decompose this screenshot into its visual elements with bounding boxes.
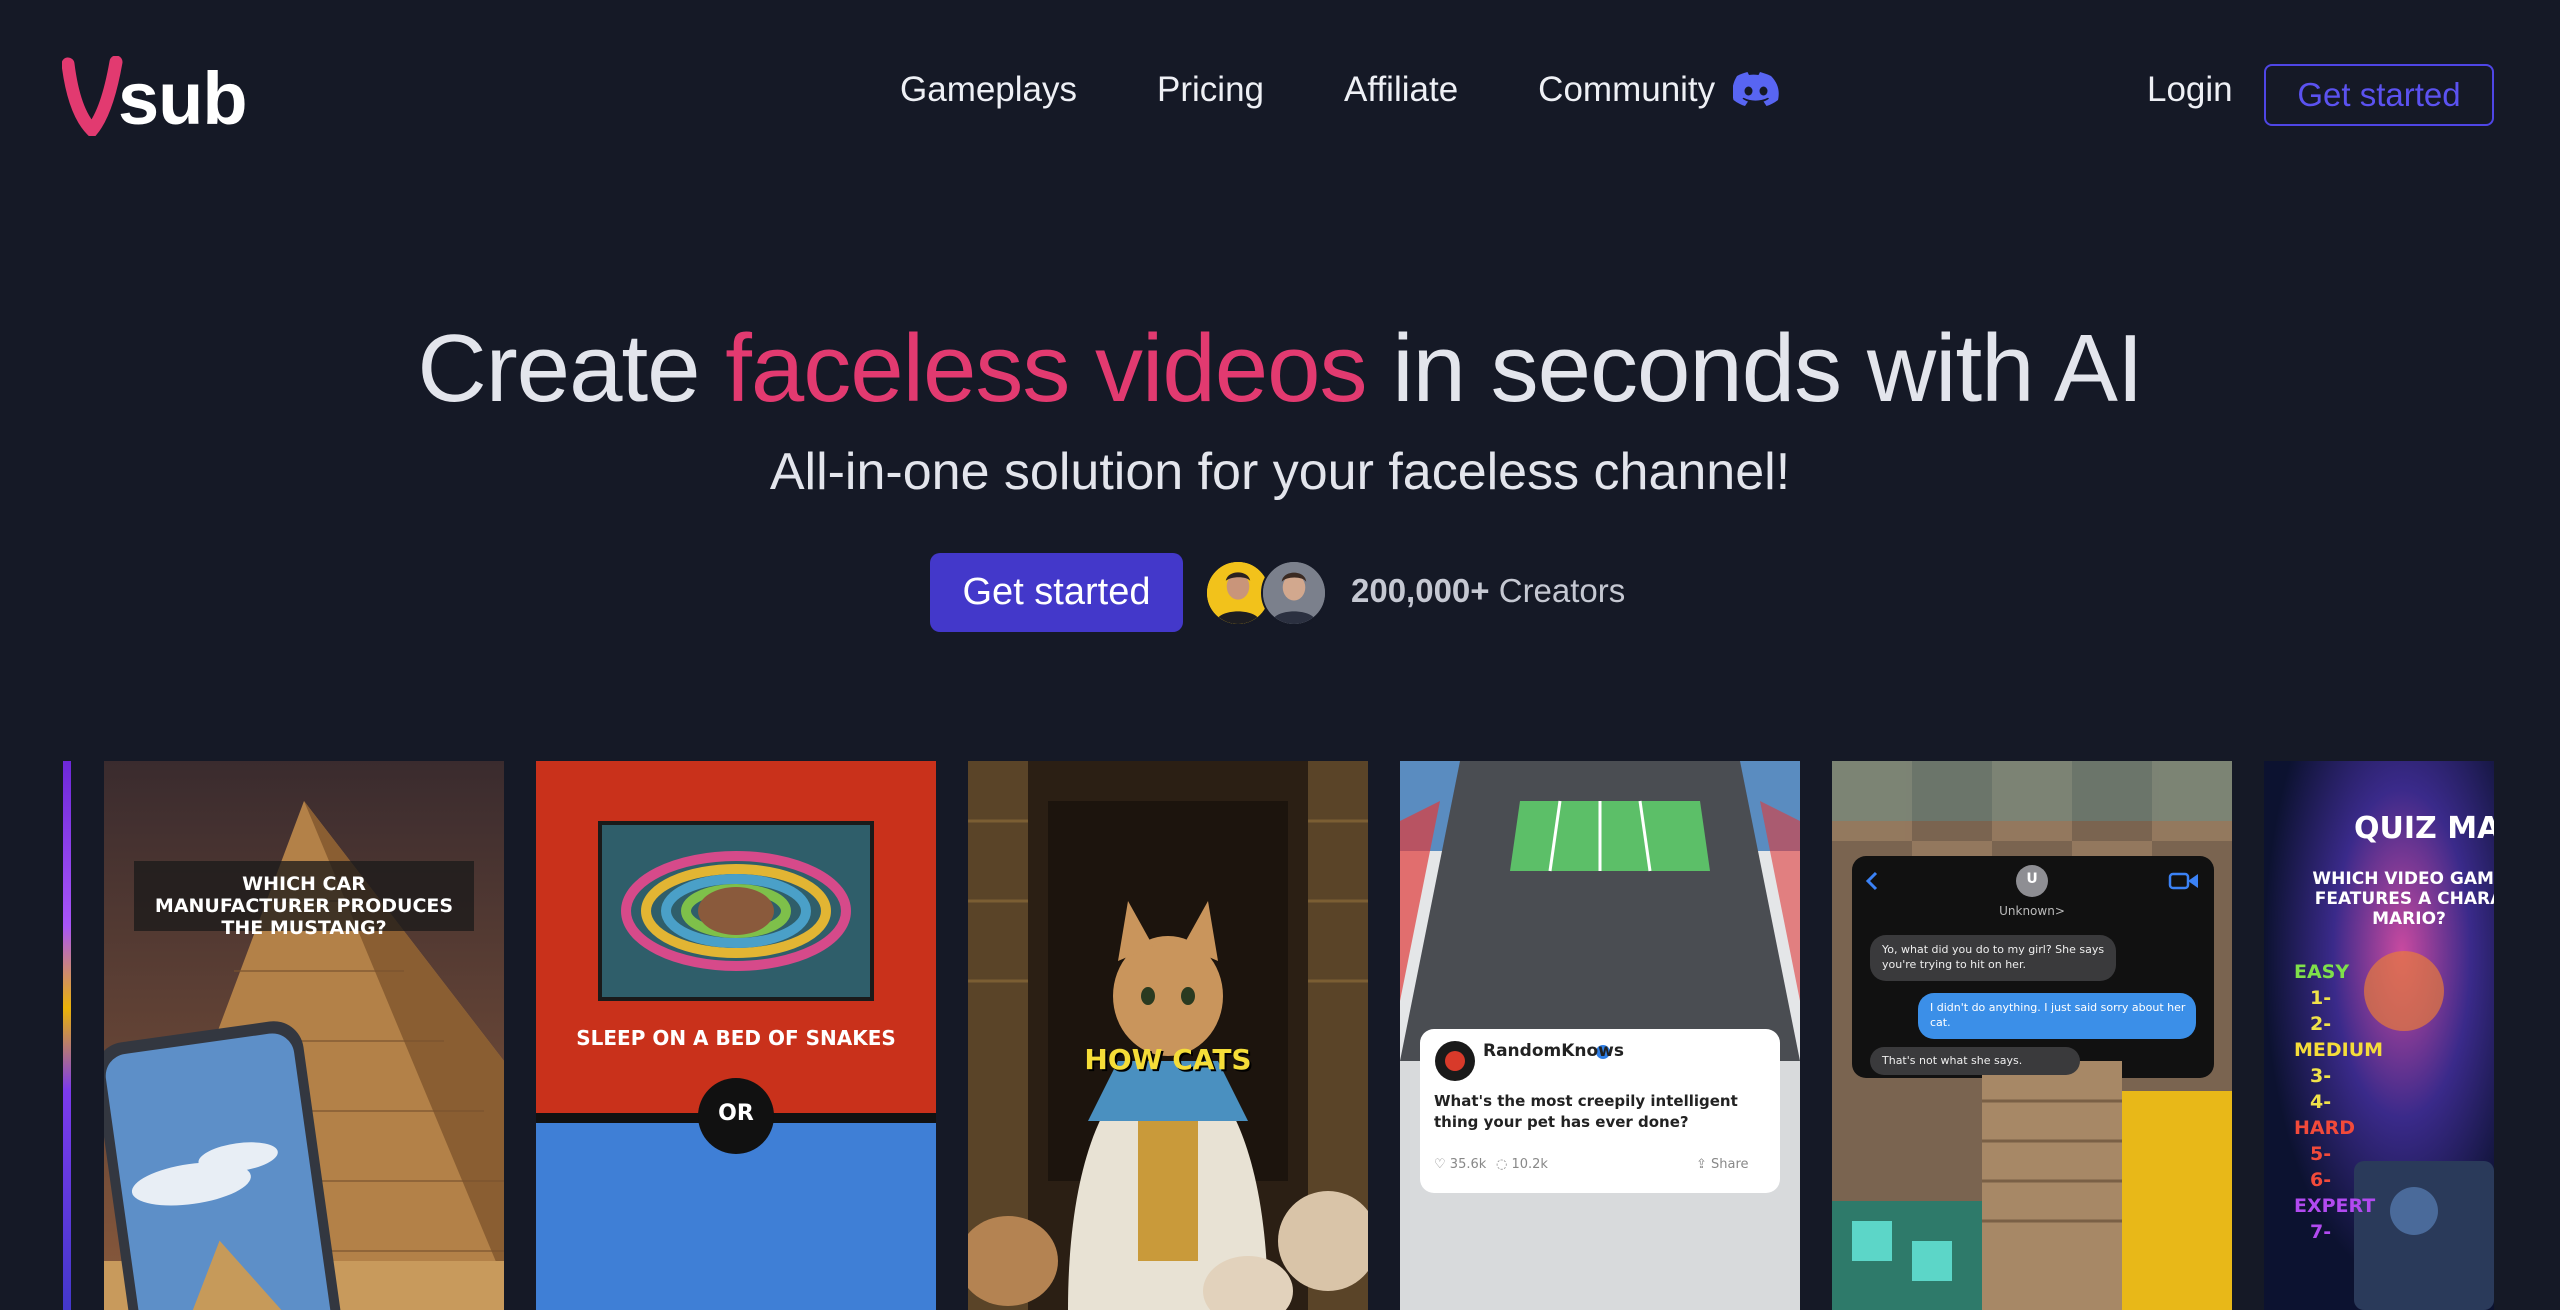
logo-text: sub (118, 57, 248, 140)
racing-track-scene (1400, 761, 1800, 1310)
video-card-text-story[interactable]: U Unknown> Yo, what did you do to my gir… (1832, 761, 2232, 1310)
main-nav: Gameplays Pricing Affiliate Community (900, 70, 1779, 110)
minecraft-scene (1832, 761, 2232, 1310)
nav-pricing[interactable]: Pricing (1157, 70, 1264, 110)
reddit-likes: ♡ 35.6k (1434, 1157, 1487, 1172)
hero-subtitle: All-in-one solution for your faceless ch… (769, 443, 1791, 501)
chat-contact-name: Unknown> (1999, 904, 2065, 918)
quiz-level-medium: MEDIUM (2294, 1039, 2384, 1061)
creators-number: 200,000+ (1351, 572, 1490, 609)
avatar (1261, 560, 1327, 626)
quiz-level-hard: HARD (2294, 1117, 2356, 1139)
header-get-started-button[interactable]: Get started (2264, 64, 2494, 126)
creators-count: 200,000+ Creators (1351, 572, 1625, 610)
reddit-likes-count: 35.6k (1449, 1157, 1487, 1172)
cats-caption: HOW CATS (1084, 1043, 1252, 1076)
reddit-share: ⇪ Share (1696, 1157, 1749, 1172)
quiz-item: 5- (2310, 1143, 2332, 1165)
quiz-item: 2- (2310, 1013, 2332, 1035)
logo[interactable]: sub (62, 56, 248, 140)
chat-message-2: I didn't do anything. I just said sorry … (1930, 1001, 2186, 1029)
creators-label: Creators (1489, 572, 1626, 609)
quiz-item: 4- (2310, 1091, 2332, 1113)
reddit-username: RandomKnows (1483, 1041, 1625, 1061)
quiz-title: QUIZ MAS (2354, 811, 2494, 846)
login-link[interactable]: Login (2147, 70, 2233, 110)
hero-title-pre: Create (417, 315, 726, 422)
wyr-option-1: SLEEP ON A BED OF SNAKES (576, 1026, 896, 1050)
chat-message-3: That's not what she says. (1882, 1054, 2023, 1067)
nav-gameplays[interactable]: Gameplays (900, 70, 1077, 110)
car-quiz-question: WHICH CAR MANUFACTURER PRODUCES THE MUST… (154, 873, 454, 939)
nav-affiliate[interactable]: Affiliate (1344, 70, 1458, 110)
quiz-level-expert: EXPERT (2294, 1195, 2376, 1217)
video-card-car-quiz[interactable]: WHICH CAR MANUFACTURER PRODUCES THE MUST… (104, 761, 504, 1310)
video-card-cats[interactable]: HOW CATS (968, 761, 1368, 1310)
hero-get-started-button[interactable]: Get started (930, 553, 1183, 632)
reddit-comments: ◌ 10.2k (1496, 1157, 1548, 1172)
video-card-quiz[interactable]: QUIZ MAS WHICH VIDEO GAME FEATURES A CHA… (2264, 761, 2494, 1310)
quiz-item: 7- (2310, 1221, 2332, 1243)
reddit-question: What's the most creepily intelligent thi… (1434, 1092, 1738, 1131)
nav-community[interactable]: Community (1538, 70, 1779, 110)
quiz-levels: EASY 1- 2- MEDIUM 3- 4- HARD 5- 6- EXPER… (2294, 959, 2383, 1245)
pyramid-scene (104, 761, 504, 1310)
logo-v-mark (62, 56, 123, 136)
chat-avatar-letter: U (2026, 871, 2038, 887)
creator-avatars (1205, 560, 1330, 626)
quiz-level-easy: EASY (2294, 961, 2350, 983)
video-card-would-you-rather[interactable]: SLEEP ON A BED OF SNAKES OR (536, 761, 936, 1310)
quiz-item: 1- (2310, 987, 2332, 1009)
video-card-reddit-story[interactable]: RandomKnows What's the most creepily int… (1400, 761, 1800, 1310)
egyptian-cat-scene (968, 761, 1368, 1310)
partial-video-card (63, 761, 71, 1310)
reddit-comments-count: 10.2k (1511, 1157, 1548, 1172)
chat-message-1: Yo, what did you do to my girl? She says… (1882, 943, 2105, 971)
discord-icon (1733, 72, 1779, 106)
hero-title-accent: faceless videos (725, 315, 1367, 422)
quiz-item: 6- (2310, 1169, 2332, 1191)
hero-title: Create faceless videos in seconds with A… (0, 314, 2560, 424)
hero-title-post: in seconds with AI (1366, 315, 2143, 422)
quiz-item: 3- (2310, 1065, 2332, 1087)
reddit-share-label: Share (1711, 1157, 1749, 1172)
wyr-or: OR (718, 1101, 754, 1126)
nav-community-label: Community (1538, 70, 1716, 109)
quiz-question: WHICH VIDEO GAME FEATURES A CHARA MARIO? (2312, 869, 2494, 929)
